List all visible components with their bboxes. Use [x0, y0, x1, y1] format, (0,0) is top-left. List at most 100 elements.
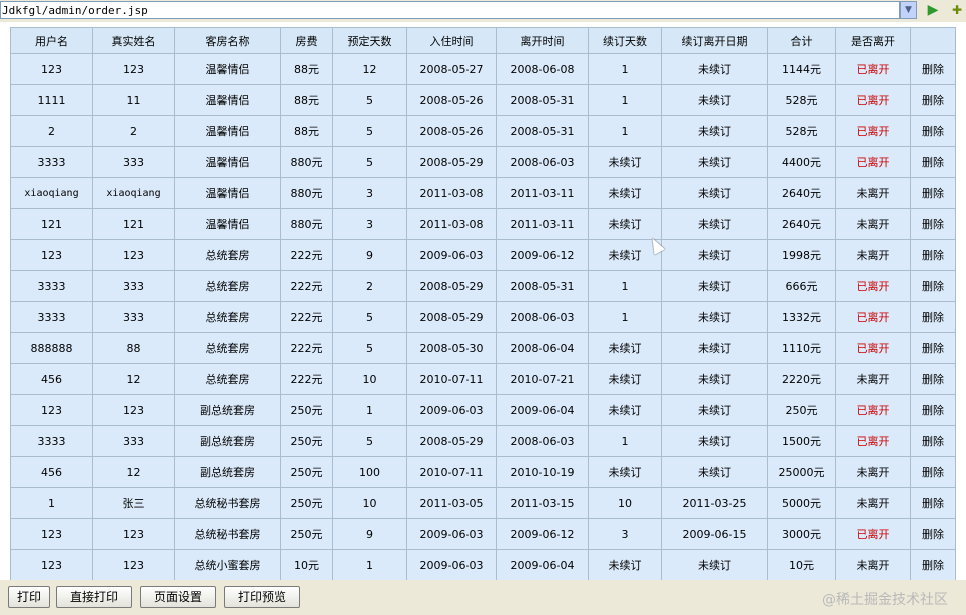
- print-toolbar: 打印 直接打印 页面设置 打印预览 @稀土掘金技术社区: [0, 580, 966, 615]
- cell-checkin-time: 2008-05-26: [406, 84, 497, 116]
- cell-checkout-time: 2011-03-15: [496, 487, 589, 519]
- cell-delete-link[interactable]: 删除: [910, 456, 956, 488]
- cell-left-status: 已离开: [835, 84, 911, 116]
- cell-room-name: 总统秘书套房: [174, 518, 281, 550]
- cell-checkin-time: 2009-06-03: [406, 518, 497, 550]
- cell-renew-checkout-date: 未续订: [661, 208, 768, 240]
- col-header-renew-days: 续订天数: [588, 27, 662, 54]
- cell-renew-checkout-date: 未续订: [661, 456, 768, 488]
- cell-delete-link[interactable]: 删除: [910, 146, 956, 178]
- cell-room-fee: 88元: [280, 53, 333, 85]
- cell-checkin-time: 2008-05-29: [406, 301, 497, 333]
- cell-checkin-time: 2010-07-11: [406, 456, 497, 488]
- cell-left-status: 已离开: [835, 518, 911, 550]
- cell-renew-days: 1: [588, 301, 662, 333]
- cell-delete-link[interactable]: 删除: [910, 518, 956, 550]
- cell-left-status: 未离开: [835, 456, 911, 488]
- cell-checkout-time: 2011-03-11: [496, 208, 589, 240]
- cell-delete-link[interactable]: 删除: [910, 115, 956, 147]
- cell-delete-link[interactable]: 删除: [910, 208, 956, 240]
- cell-delete-link[interactable]: 删除: [910, 270, 956, 302]
- print-button[interactable]: 打印: [8, 586, 50, 608]
- col-header-left-status: 是否离开: [835, 27, 911, 54]
- cell-booked-days: 100: [332, 456, 407, 488]
- cell-room-fee: 10元: [280, 549, 333, 581]
- cell-renew-checkout-date: 未续订: [661, 394, 768, 426]
- chevron-down-icon[interactable]: ▼: [900, 1, 917, 19]
- cell-renew-days: 3: [588, 518, 662, 550]
- cell-room-name: 总统小蜜套房: [174, 549, 281, 581]
- cell-total: 1144元: [767, 53, 836, 85]
- toolbar-extra-icon[interactable]: ✚: [952, 2, 966, 18]
- address-input[interactable]: Jdkfgl/admin/order.jsp: [0, 1, 900, 19]
- cell-room-name: 温馨情侣: [174, 53, 281, 85]
- cell-checkout-time: 2010-07-21: [496, 363, 589, 395]
- cell-total: 2640元: [767, 208, 836, 240]
- order-table: 用户名 真实姓名 客房名称 房费 预定天数 入住时间 离开时间 续订天数 续订离…: [10, 27, 956, 581]
- cell-real-name: 2: [92, 115, 175, 147]
- cell-username: 123: [10, 239, 93, 271]
- cell-booked-days: 3: [332, 177, 407, 209]
- cell-real-name: 张三: [92, 487, 175, 519]
- cell-room-fee: 250元: [280, 456, 333, 488]
- cell-total: 3000元: [767, 518, 836, 550]
- watermark: @稀土掘金技术社区: [822, 592, 948, 608]
- cell-left-status: 已离开: [835, 301, 911, 333]
- cell-room-name: 温馨情侣: [174, 146, 281, 178]
- cell-real-name: 121: [92, 208, 175, 240]
- cell-checkout-time: 2008-06-03: [496, 301, 589, 333]
- cell-total: 1500元: [767, 425, 836, 457]
- cell-room-fee: 222元: [280, 332, 333, 364]
- cell-delete-link[interactable]: 删除: [910, 425, 956, 457]
- cell-delete-link[interactable]: 删除: [910, 53, 956, 85]
- cell-renew-days: 未续订: [588, 456, 662, 488]
- cell-delete-link[interactable]: 删除: [910, 301, 956, 333]
- cell-booked-days: 2: [332, 270, 407, 302]
- page-setup-button[interactable]: 页面设置: [140, 586, 216, 608]
- cell-delete-link[interactable]: 删除: [910, 487, 956, 519]
- table-row: 3333 333 副总统套房 250元 5 2008-05-29 2008-06-03 1 未续…: [10, 425, 956, 457]
- cell-delete-link[interactable]: 删除: [910, 549, 956, 581]
- table-row: 123 123 副总统套房 250元 1 2009-06-03 2009-06-04 未续订未…: [10, 394, 956, 426]
- direct-print-button[interactable]: 直接打印: [56, 586, 132, 608]
- cell-left-status: 未离开: [835, 487, 911, 519]
- cell-delete-link[interactable]: 删除: [910, 332, 956, 364]
- cell-room-name: 总统套房: [174, 363, 281, 395]
- print-preview-button[interactable]: 打印预览: [224, 586, 300, 608]
- cell-username: 3333: [10, 425, 93, 457]
- cell-booked-days: 5: [332, 146, 407, 178]
- table-row: 1 张三 总统秘书套房 250元 10 2011-03-05 2011-03-15 10 201…: [10, 487, 956, 519]
- cell-renew-days: 未续订: [588, 394, 662, 426]
- col-header-room-name: 客房名称: [174, 27, 281, 54]
- cell-checkin-time: 2008-05-26: [406, 115, 497, 147]
- cell-delete-link[interactable]: 删除: [910, 239, 956, 271]
- cell-renew-days: 1: [588, 53, 662, 85]
- cell-left-status: 已离开: [835, 115, 911, 147]
- cell-total: 250元: [767, 394, 836, 426]
- cell-checkin-time: 2011-03-08: [406, 208, 497, 240]
- cell-checkin-time: 2009-06-03: [406, 549, 497, 581]
- cell-checkin-time: 2008-05-30: [406, 332, 497, 364]
- cell-booked-days: 10: [332, 487, 407, 519]
- cell-renew-days: 1: [588, 84, 662, 116]
- table-row: 3333 333 总统套房 222元 5 2008-05-29 2008-06-03 1 未续订…: [10, 301, 956, 333]
- cell-left-status: 未离开: [835, 239, 911, 271]
- cell-room-fee: 250元: [280, 518, 333, 550]
- cell-checkout-time: 2008-05-31: [496, 115, 589, 147]
- cell-real-name: xiaoqiang: [92, 177, 175, 209]
- cell-left-status: 未离开: [835, 208, 911, 240]
- cell-total: 528元: [767, 84, 836, 116]
- go-arrow-icon[interactable]: ▶: [925, 2, 941, 18]
- cell-delete-link[interactable]: 删除: [910, 177, 956, 209]
- table-row: 2 2 温馨情侣 88元 5 2008-05-26 2008-05-31 1 未续订 528元 已离…: [10, 115, 956, 147]
- cell-room-fee: 222元: [280, 301, 333, 333]
- table-row: 3333 333 总统套房 222元 2 2008-05-29 2008-05-31 1 未续订…: [10, 270, 956, 302]
- cell-username: 123: [10, 53, 93, 85]
- cell-checkin-time: 2010-07-11: [406, 363, 497, 395]
- cell-delete-link[interactable]: 删除: [910, 84, 956, 116]
- cell-renew-days: 未续订: [588, 146, 662, 178]
- cell-delete-link[interactable]: 删除: [910, 363, 956, 395]
- cell-left-status: 已离开: [835, 394, 911, 426]
- cell-delete-link[interactable]: 删除: [910, 394, 956, 426]
- cell-username: 123: [10, 394, 93, 426]
